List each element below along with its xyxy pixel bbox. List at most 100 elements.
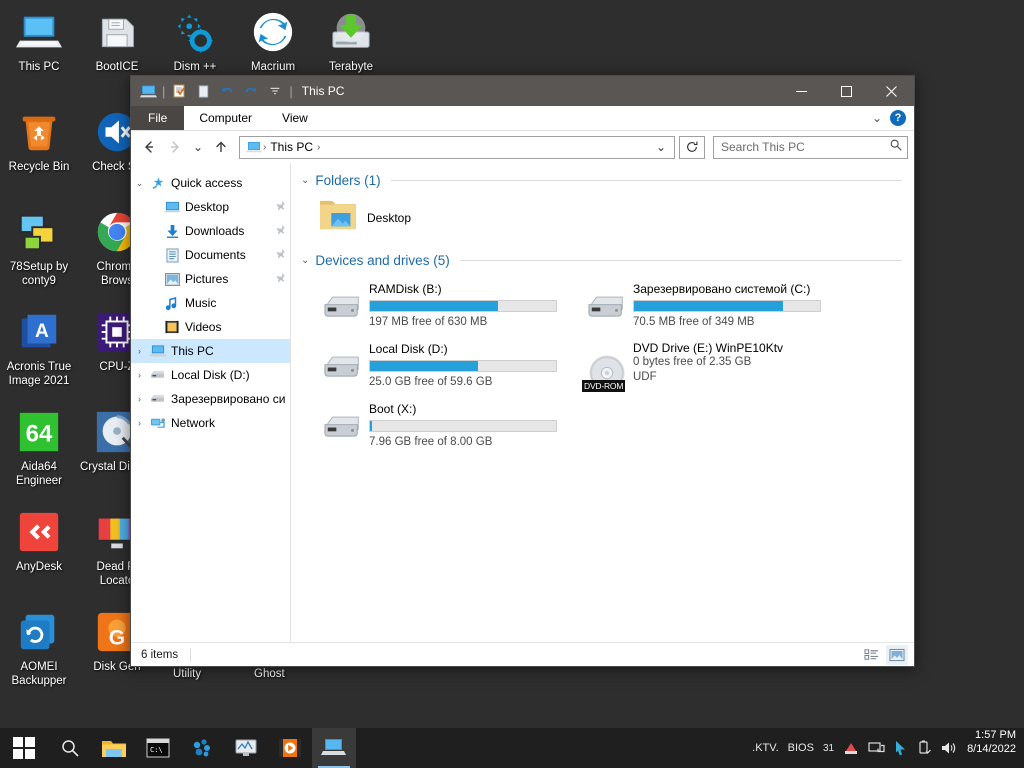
volume-icon[interactable] — [940, 740, 957, 756]
sidebar-item-this-pc[interactable]: › This PC — [131, 339, 290, 363]
chevron-right-icon[interactable]: › — [131, 346, 148, 356]
navigation-pane[interactable]: ⌄ Quick access Desktop Downloads Documents Pi… — [131, 163, 291, 642]
close-button[interactable] — [869, 76, 914, 106]
help-icon[interactable]: ? — [890, 110, 906, 126]
sidebar-item-network[interactable]: › Network — [131, 411, 290, 435]
customize-qat-icon[interactable] — [264, 80, 286, 102]
usb-eject-icon[interactable] — [917, 740, 931, 756]
group-header-drives[interactable]: ⌄ Devices and drives (5) — [301, 253, 902, 268]
tray-label-bios[interactable]: BIOS — [788, 742, 814, 754]
taskbar-this-pc-window-icon[interactable] — [312, 728, 356, 768]
recent-locations-button[interactable]: ⌄ — [189, 135, 207, 159]
group-header-folders[interactable]: ⌄ Folders (1) — [301, 173, 902, 188]
sidebar-item-videos[interactable]: Videos — [131, 315, 290, 339]
desktop-icon-aida64-engineer[interactable]: 64 Aida64 Engineer — [0, 404, 78, 504]
acronis-icon: A — [15, 308, 63, 356]
ribbon-right-controls[interactable]: ⌄ ? — [872, 106, 914, 130]
breadcrumb-sep-2[interactable]: › — [316, 142, 321, 153]
window-controls[interactable] — [779, 76, 914, 106]
drive-item[interactable]: Local Disk (D:) 25.0 GB free of 59.6 GB — [315, 338, 573, 396]
clock[interactable]: 1:57 PM 8/14/2022 — [963, 728, 1024, 768]
sidebar-item-documents[interactable]: Documents — [131, 243, 290, 267]
this-pc-icon[interactable] — [137, 80, 159, 102]
chevron-right-icon[interactable]: › — [131, 370, 148, 380]
quick-access-toolbar[interactable]: | | — [131, 80, 294, 102]
pin-icon[interactable] — [275, 248, 286, 262]
desktop-icon-this-pc[interactable]: This PC — [0, 4, 78, 104]
desktop-icon-recycle-bin[interactable]: Recycle Bin — [0, 104, 78, 204]
desktop-icon-78setup-by-conty9[interactable]: 78Setup by conty9 — [0, 204, 78, 304]
undo-icon[interactable] — [216, 80, 238, 102]
content-pane[interactable]: ⌄ Folders (1) Desktop ⌄ Devices and driv… — [291, 163, 914, 642]
tray-label-31[interactable]: 31 — [823, 743, 834, 754]
tab-file[interactable]: File — [131, 106, 185, 130]
desktop-icon-aomei-backupper[interactable]: AOMEI Backupper — [0, 604, 78, 704]
chevron-down-icon[interactable]: ⌄ — [301, 255, 309, 266]
taskbar-media-player-icon[interactable] — [268, 728, 312, 768]
drive-item[interactable]: RAMDisk (B:) 197 MB free of 630 MB — [315, 278, 573, 336]
large-icons-view-icon[interactable] — [886, 644, 908, 665]
maximize-button[interactable] — [824, 76, 869, 106]
tab-computer[interactable]: Computer — [184, 106, 267, 130]
view-mode-buttons[interactable] — [860, 644, 908, 665]
ribbon-tabs[interactable]: File Computer View ⌄ ? — [131, 106, 914, 131]
chevron-down-icon[interactable]: ⌄ — [301, 175, 309, 186]
sidebar-item-desktop[interactable]: Desktop — [131, 195, 290, 219]
sidebar-item-pictures[interactable]: Pictures — [131, 267, 290, 291]
chevron-down-icon[interactable]: ⌄ — [872, 111, 882, 125]
search-box[interactable] — [713, 135, 908, 159]
tray-label-ktv[interactable]: .KTV. — [752, 742, 779, 754]
forward-button[interactable] — [163, 135, 187, 159]
minimize-button[interactable] — [779, 76, 824, 106]
up-button[interactable] — [209, 135, 233, 159]
refresh-button[interactable] — [679, 135, 705, 159]
sidebar-item-downloads[interactable]: Downloads — [131, 219, 290, 243]
navigation-bar[interactable]: ⌄ › This PC › ⌄ — [131, 131, 914, 163]
system-tray[interactable]: .KTV. BIOS 31 — [752, 728, 963, 768]
sidebar-item-local-disk-d[interactable]: › Local Disk (D:) — [131, 363, 290, 387]
drive-item[interactable]: DVD-ROM DVD Drive (E:) WinPE10Ktv 0 bytes … — [579, 338, 837, 396]
drive-item[interactable]: Зарезервировано системой (C:) 70.5 MB fre… — [579, 278, 837, 336]
taskbar-file-explorer-icon[interactable] — [92, 728, 136, 768]
window-titlebar[interactable]: | | This PC — [131, 76, 914, 106]
breadcrumb-this-pc[interactable]: This PC — [267, 140, 316, 154]
folder-item[interactable]: Desktop — [301, 192, 902, 247]
taskbar-app-blue-icon[interactable] — [180, 728, 224, 768]
sidebar-item-music[interactable]: Music — [131, 291, 290, 315]
start-button[interactable] — [0, 728, 48, 768]
chevron-right-icon[interactable]: › — [131, 394, 148, 404]
taskbar-monitor-app-icon[interactable] — [224, 728, 268, 768]
taskbar-command-prompt-icon[interactable]: C:\ — [136, 728, 180, 768]
sidebar-item-label: Quick access — [171, 176, 243, 190]
address-dropdown-icon[interactable]: ⌄ — [650, 137, 672, 158]
drive-name: Зарезервировано системой (C:) — [633, 282, 811, 296]
taskbar-search-icon[interactable] — [48, 728, 92, 768]
redo-icon[interactable] — [240, 80, 262, 102]
back-button[interactable] — [137, 135, 161, 159]
search-icon[interactable] — [889, 138, 903, 157]
desktop-icon-acronis-true-image-2021[interactable]: A Acronis True Image 2021 — [0, 304, 78, 404]
tab-view[interactable]: View — [267, 106, 323, 130]
new-folder-icon[interactable] — [192, 80, 214, 102]
sidebar-item-[interactable]: › Зарезервировано си — [131, 387, 290, 411]
sidebar-item-quick-access[interactable]: ⌄ Quick access — [131, 171, 290, 195]
chevron-down-icon[interactable]: ⌄ — [131, 178, 148, 189]
cursor-icon[interactable] — [894, 740, 908, 756]
properties-icon[interactable] — [168, 80, 190, 102]
search-input[interactable] — [721, 140, 889, 154]
pin-icon[interactable] — [275, 200, 286, 214]
pin-icon[interactable] — [275, 224, 286, 238]
chevron-right-icon[interactable]: › — [131, 418, 148, 428]
taskbar[interactable]: C:\ .KTV. BIOS 31 1:57 PM 8/14/2022 — [0, 728, 1024, 768]
details-view-icon[interactable] — [860, 645, 882, 665]
desktop-icon-anydesk[interactable]: AnyDesk — [0, 504, 78, 604]
pin-icon[interactable] — [275, 272, 286, 286]
folders-list[interactable]: Desktop — [301, 192, 902, 247]
network-icon[interactable] — [868, 741, 885, 756]
address-bar[interactable]: › This PC › ⌄ — [239, 135, 675, 159]
desktop-icon-label: Aida64 Engineer — [15, 461, 63, 487]
file-explorer-window[interactable]: | | This PC File Computer View ⌄ ? ⌄ › T… — [130, 75, 915, 667]
mouse-red-icon[interactable] — [843, 740, 859, 756]
drives-grid[interactable]: RAMDisk (B:) 197 MB free of 630 MB Зарезер… — [301, 272, 902, 456]
drive-item[interactable]: Boot (X:) 7.96 GB free of 8.00 GB — [315, 398, 573, 456]
